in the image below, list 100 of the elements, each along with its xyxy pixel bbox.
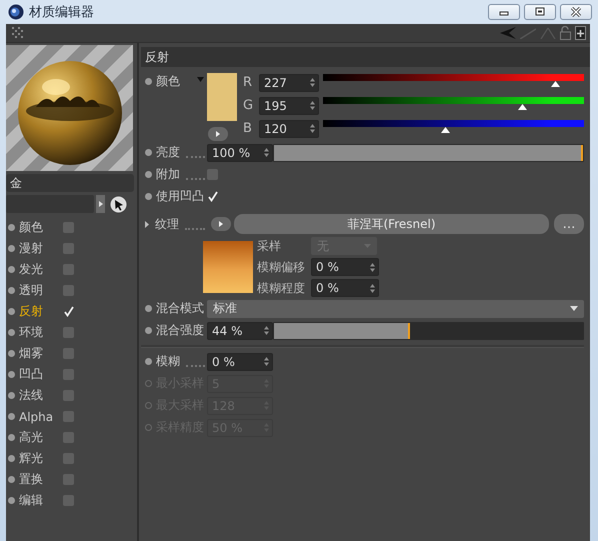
spinner-icon[interactable] [370,284,375,292]
number-field[interactable]: 0 % [207,352,273,370]
number-field[interactable]: 0 % [311,279,379,297]
channel-label[interactable]: 高光 [19,429,59,446]
radio-dot[interactable] [8,392,15,399]
spinner-icon[interactable] [264,148,269,157]
channel-label[interactable]: 置换 [19,471,59,488]
expand-button[interactable] [208,127,228,141]
radio-dot[interactable] [8,245,15,252]
radio-dot[interactable] [145,171,152,178]
number-field[interactable]: 227 [259,74,319,92]
radio-dot[interactable] [8,350,15,357]
checkbox[interactable] [63,348,74,359]
channel-label[interactable]: 烟雾 [19,345,59,362]
checkbox[interactable] [63,327,74,338]
spinner-icon[interactable] [264,326,269,335]
channel-label[interactable]: 凹凸 [19,366,59,383]
checkbox[interactable] [207,169,218,180]
radio-dot[interactable] [8,308,15,315]
spinner-icon[interactable] [310,101,315,110]
radio-dot[interactable] [8,413,15,420]
dropdown-icon[interactable] [197,77,204,82]
field-label: 混合强度 [156,322,204,339]
blend-mode-dropdown[interactable]: 标准 [207,300,584,318]
radio-dot[interactable] [145,78,152,85]
color-swatch[interactable] [207,73,237,121]
radio-dot[interactable] [8,434,15,441]
color-slider[interactable] [323,74,584,80]
number-field[interactable]: 44 % [207,322,273,340]
spinner-icon[interactable] [310,78,315,87]
radio-dot[interactable] [145,402,152,409]
expand-button[interactable] [211,217,231,231]
number-field[interactable]: 195 [259,96,319,114]
cursor-icon[interactable] [110,196,127,212]
radio-dot[interactable] [8,287,15,294]
check-icon [63,306,74,317]
radio-dot[interactable] [145,358,152,365]
channel-label[interactable]: 编辑 [19,492,59,509]
shader-button[interactable]: 菲涅耳(Fresnel) [234,214,549,234]
field-label: 颜色 [156,73,180,90]
number-field[interactable]: 100 % [207,144,273,162]
checkbox[interactable] [63,369,74,380]
number-field[interactable]: 120 [259,120,319,138]
checkbox[interactable] [63,285,74,296]
spinner-icon[interactable] [310,124,315,133]
checkbox[interactable] [63,453,74,464]
checkbox[interactable] [63,264,74,275]
link-field[interactable] [6,195,94,213]
checkbox[interactable] [63,306,74,317]
caret-icon[interactable] [570,306,578,311]
radio-dot[interactable] [8,329,15,336]
checkbox[interactable] [63,243,74,254]
close-icon [570,7,582,17]
channel-letter: B [243,121,253,136]
channel-label[interactable]: 漫射 [19,240,59,257]
radio-dot[interactable] [8,371,15,378]
radio-dot[interactable] [8,497,15,504]
radio-dot[interactable] [8,224,15,231]
channel-label[interactable]: 发光 [19,261,59,278]
radio-dot[interactable] [145,327,152,334]
checkbox[interactable] [63,222,74,233]
checkbox[interactable] [63,495,74,506]
window-title: 材质编辑器 [29,4,94,21]
expand-icon[interactable] [144,220,151,228]
spinner-icon[interactable] [370,262,375,272]
channel-label[interactable]: 辉光 [19,450,59,467]
name-field[interactable]: 金 [6,174,134,192]
channel-label[interactable]: 环境 [19,324,59,341]
channel-label[interactable]: 法线 [19,387,59,404]
triangle-icon [216,131,220,137]
grip-icon[interactable] [12,27,24,39]
spinner-icon[interactable] [264,357,269,366]
color-slider[interactable] [323,120,584,126]
field-label: 亮度 [156,144,180,161]
channel-letter: G [243,98,254,113]
radio-dot[interactable] [8,476,15,483]
channel-label[interactable]: 反射 [19,303,59,320]
radio-dot[interactable] [8,266,15,273]
close-button[interactable] [560,4,592,20]
radio-dot[interactable] [145,424,152,431]
number-field[interactable]: 0 % [311,258,379,276]
radio-dot[interactable] [145,193,152,200]
checkbox[interactable] [63,411,74,422]
checkbox[interactable] [207,191,218,202]
radio-dot[interactable] [8,455,15,462]
checkbox[interactable] [63,390,74,401]
channel-label[interactable]: 透明 [19,282,59,299]
radio-dot[interactable] [145,380,152,387]
radio-dot[interactable] [145,305,152,312]
add-icon[interactable] [575,26,586,40]
minimize-button[interactable] [488,4,520,20]
more-button[interactable]: ... [554,214,584,234]
checkbox[interactable] [63,432,74,443]
channel-label[interactable]: Alpha [19,410,59,424]
checkbox[interactable] [63,474,74,485]
maximize-button[interactable] [524,4,556,20]
radio-dot[interactable] [145,149,152,156]
arrow-button[interactable] [96,195,105,213]
color-slider[interactable] [323,96,584,104]
channel-label[interactable]: 颜色 [19,219,59,236]
